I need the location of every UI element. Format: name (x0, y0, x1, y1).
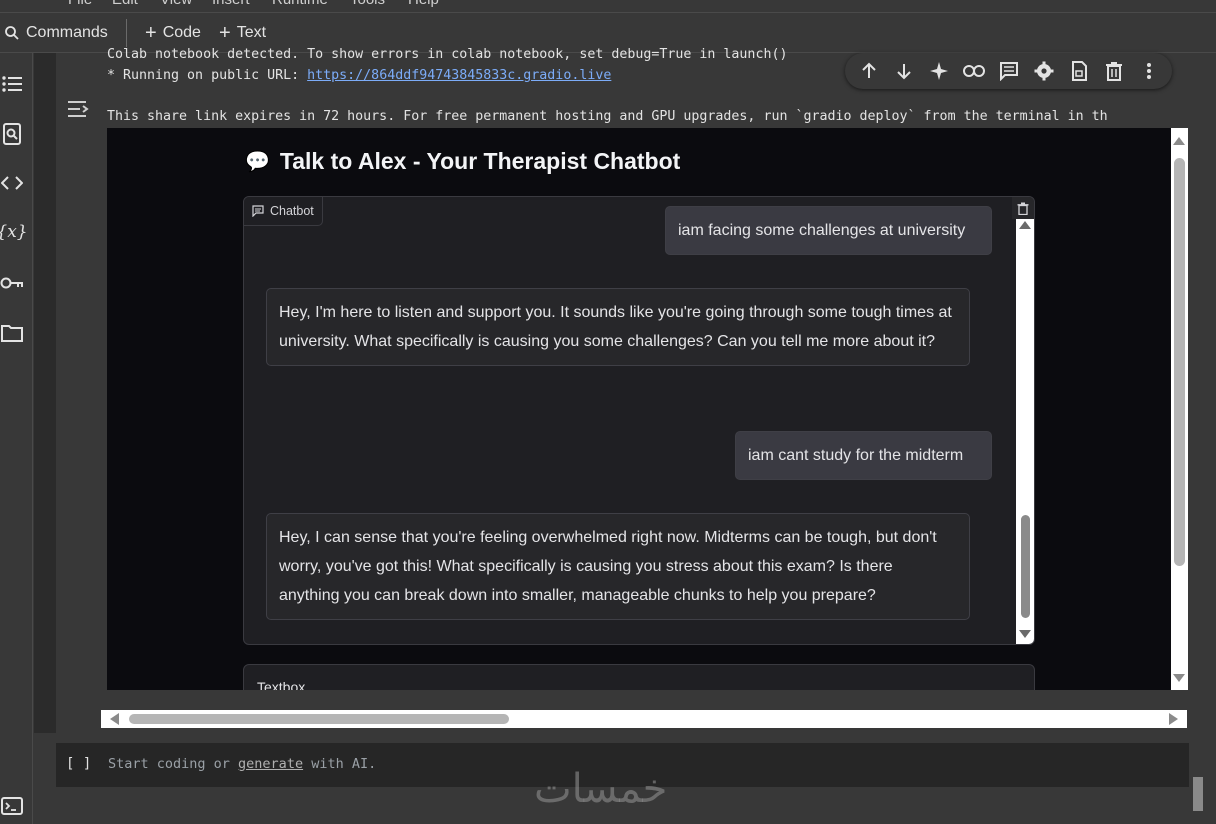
output-line-share: This share link expires in 72 hours. For… (107, 109, 1108, 124)
gear-icon[interactable] (1032, 59, 1056, 83)
gradio-horizontal-scrollbar[interactable] (101, 710, 1187, 728)
menu-edit[interactable]: Edit (112, 0, 138, 8)
bot-message: Hey, I can sense that you're feeling ove… (266, 513, 970, 620)
menu-view[interactable]: View (160, 0, 192, 8)
plus-icon: + (145, 22, 157, 44)
text-label: Text (236, 24, 267, 41)
menu-help[interactable]: Help (408, 0, 439, 8)
menu-tools[interactable]: Tools (350, 0, 385, 8)
user-message: iam facing some challenges at university (665, 206, 992, 255)
add-code-button[interactable]: + Code (145, 22, 201, 44)
menu-insert[interactable]: Insert (212, 0, 250, 8)
scroll-down-arrow-icon[interactable] (1173, 674, 1185, 682)
page-scrollbar[interactable] (1189, 743, 1216, 824)
app-title-text: Talk to Alex - Your Therapist Chatbot (279, 148, 681, 174)
variables-icon[interactable]: {x} (0, 220, 28, 244)
placeholder-end: with AI. (303, 756, 377, 772)
scroll-right-arrow-icon[interactable] (1169, 713, 1178, 725)
menu-runtime[interactable]: Runtime (272, 0, 328, 8)
gradio-horizontal-thumb[interactable] (129, 714, 509, 724)
gradio-vertical-thumb[interactable] (1174, 158, 1185, 566)
scroll-up-arrow-icon[interactable] (1173, 137, 1185, 145)
watermark-logo: خمسات (534, 766, 668, 812)
search-icon (5, 26, 19, 40)
code-snippets-icon[interactable] (0, 171, 24, 195)
mirror-cell-icon[interactable] (1067, 59, 1091, 83)
chatbot-label: Chatbot (244, 197, 323, 226)
output-line-url: * Running on public URL: https://864ddf9… (107, 68, 611, 83)
left-sidebar: {x} (0, 53, 33, 824)
find-icon[interactable] (0, 122, 24, 146)
comment-icon[interactable] (997, 59, 1021, 83)
cell-placeholder: Start coding or generate with AI. (108, 756, 376, 772)
placeholder-start: Start coding or (108, 756, 239, 772)
link-icon[interactable] (962, 59, 986, 83)
gradio-app-frame: 💬 Talk to Alex - Your Therapist Chatbot … (107, 128, 1171, 690)
chatbot-label-text: Chatbot (270, 204, 314, 218)
gradio-vertical-scrollbar[interactable] (1171, 128, 1188, 690)
trash-icon (1017, 202, 1029, 215)
toolbar-divider (126, 19, 127, 47)
chat-scrollbar[interactable] (1016, 219, 1034, 644)
move-up-icon[interactable] (857, 59, 881, 83)
move-down-icon[interactable] (892, 59, 916, 83)
chatbot-panel: Chatbot iam facing some challenges at un… (243, 196, 1035, 645)
chat-icon (252, 205, 264, 217)
scroll-up-arrow-icon[interactable] (1019, 221, 1031, 229)
output-line-debug: Colab notebook detected. To show errors … (107, 47, 788, 62)
colab-window: File Edit View Insert Runtime Tools Help… (0, 0, 1216, 824)
menubar: File Edit View Insert Runtime Tools Help (0, 0, 1216, 12)
code-label: Code (162, 24, 201, 41)
commands-label: Commands (26, 24, 108, 41)
app-title: 💬 Talk to Alex - Your Therapist Chatbot (245, 148, 680, 175)
commands-button[interactable]: Commands (4, 22, 108, 44)
plus-icon: + (219, 22, 231, 44)
clear-chat-button[interactable] (1012, 197, 1034, 219)
public-url-link[interactable]: https://864ddf94743845833c.gradio.live (307, 68, 611, 83)
add-text-button[interactable]: + Text (219, 22, 266, 44)
run-cell-brackets[interactable]: [ ] (66, 756, 91, 772)
table-of-contents-icon[interactable] (0, 72, 24, 96)
output-collapse-icon[interactable] (66, 98, 92, 120)
more-options-icon[interactable] (1137, 59, 1161, 83)
scroll-left-arrow-icon[interactable] (110, 713, 119, 725)
terminal-icon[interactable] (0, 794, 24, 818)
page-scrollbar-thumb[interactable] (1193, 777, 1203, 811)
scroll-down-arrow-icon[interactable] (1019, 630, 1031, 638)
files-folder-icon[interactable] (0, 321, 24, 345)
chat-scrollbar-thumb[interactable] (1021, 515, 1030, 618)
bot-message: Hey, I'm here to listen and support you.… (266, 288, 970, 366)
cell-action-toolbar (845, 53, 1172, 89)
sparkle-ai-icon[interactable] (927, 59, 951, 83)
output-url-prefix: * Running on public URL: (107, 68, 308, 83)
menu-file[interactable]: File (68, 0, 92, 8)
textbox-label: Textbox (257, 679, 306, 690)
user-message: iam cant study for the midterm (735, 431, 992, 480)
generate-link[interactable]: generate (238, 756, 303, 772)
cell-gutter (34, 53, 56, 733)
delete-cell-icon[interactable] (1102, 59, 1126, 83)
speech-bubble-icon: 💬 (245, 151, 270, 173)
secrets-key-icon[interactable] (0, 271, 24, 295)
textbox-panel[interactable]: Textbox (243, 664, 1035, 690)
